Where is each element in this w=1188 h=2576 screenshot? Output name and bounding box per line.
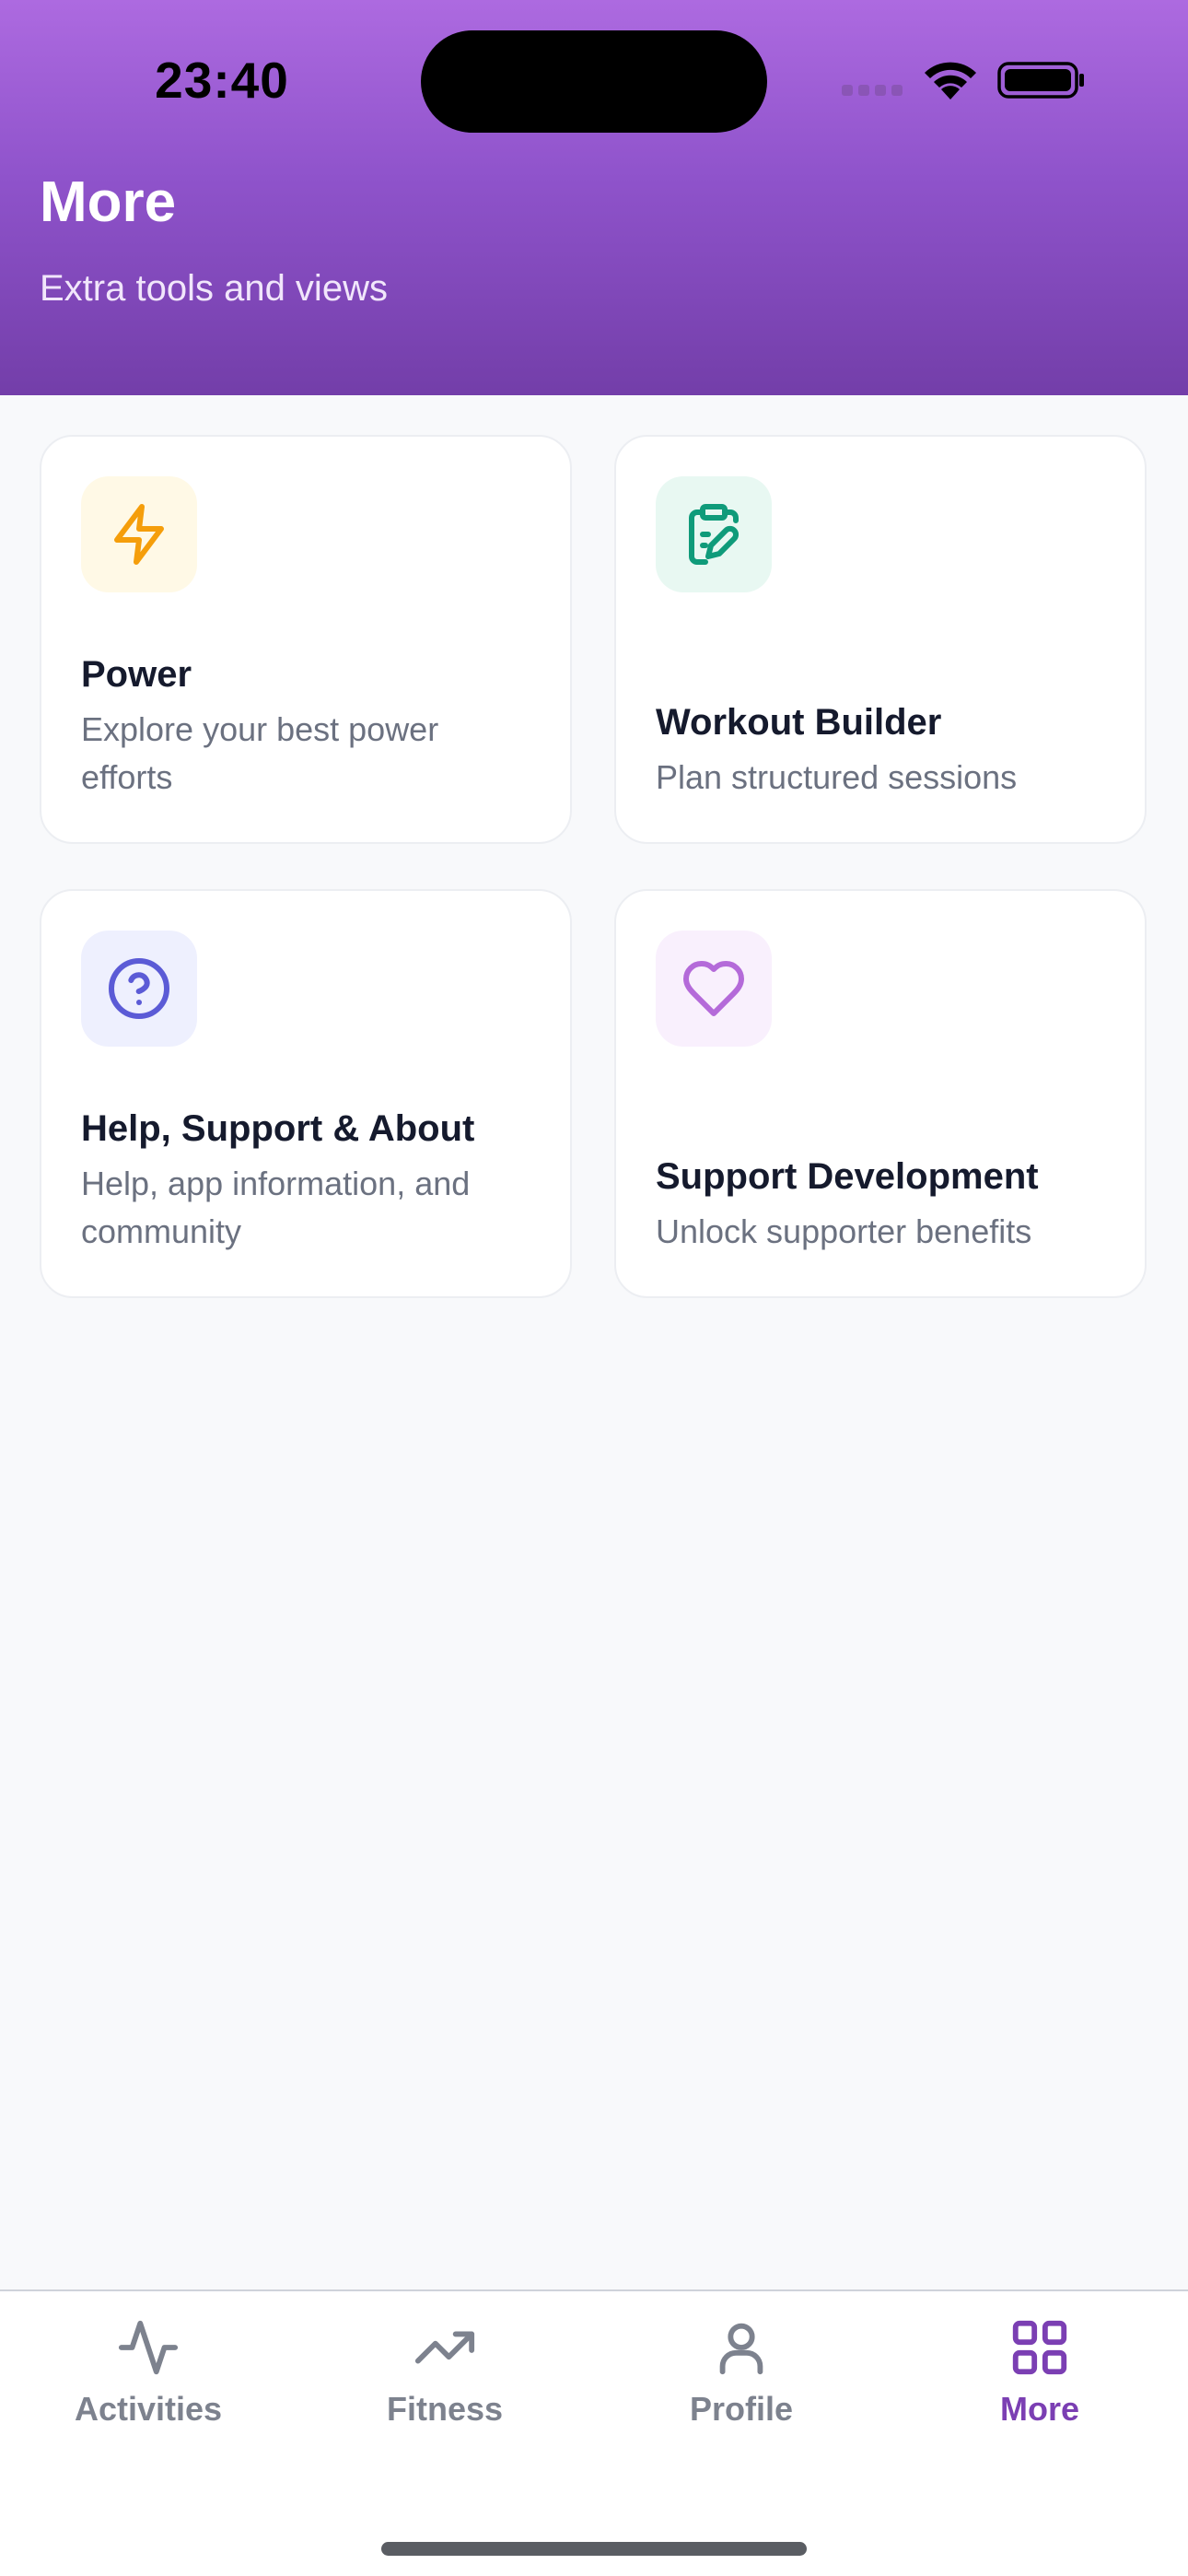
tab-label: Profile [689,2390,794,2428]
support-icon-box [656,931,772,1047]
tab-bar: Activities Fitness Profile More [0,2289,1188,2576]
tab-label: More [999,2390,1079,2428]
card-title: Workout Builder [656,702,942,743]
workout-builder-icon-box [656,476,772,592]
workout-builder-card[interactable]: Workout Builder Plan structured sessions [614,435,1147,844]
help-icon-box [81,931,197,1047]
wifi-icon [925,62,976,100]
tab-label: Activities [74,2390,223,2428]
tab-profile[interactable]: Profile [593,2315,890,2453]
trending-up-icon [414,2331,475,2364]
support-development-card[interactable]: Support Development Unlock supporter ben… [614,889,1147,1298]
activity-pulse-icon [118,2320,179,2375]
home-indicator[interactable] [381,2542,807,2556]
card-title: Power [81,654,192,695]
tab-more[interactable]: More [891,2315,1188,2453]
page-subtitle: Extra tools and views [40,268,388,309]
lightning-icon [114,504,164,565]
status-time: 23:40 [155,52,289,109]
clipboard-edit-icon [689,504,739,565]
help-support-about-card[interactable]: Help, Support & About Help, app informat… [40,889,572,1298]
card-description: Unlock supporter benefits [656,1212,1032,1250]
tab-activities[interactable]: Activities [0,2315,297,2453]
power-card[interactable]: Power Explore your best power efforts [40,435,572,844]
header: 23:40 More Extra tools and views [0,0,1188,395]
battery-icon [997,62,1084,99]
dynamic-island [421,30,767,133]
cellular-signal-icon [842,85,906,100]
help-circle-icon [109,958,169,1019]
tab-label: Fitness [386,2390,504,2428]
card-title: Help, Support & About [81,1108,475,1149]
grid-icon [1012,2320,1067,2375]
user-icon [719,2323,763,2375]
tab-fitness[interactable]: Fitness [297,2315,593,2453]
card-title: Support Development [656,1156,1039,1197]
card-description: Help, app information, and community [81,1165,471,1250]
page-title: More [40,170,177,234]
card-description: Plan structured sessions [656,758,1018,796]
heart-icon [683,961,744,1016]
power-icon-box [81,476,197,592]
card-description: Explore your best power efforts [81,710,439,796]
